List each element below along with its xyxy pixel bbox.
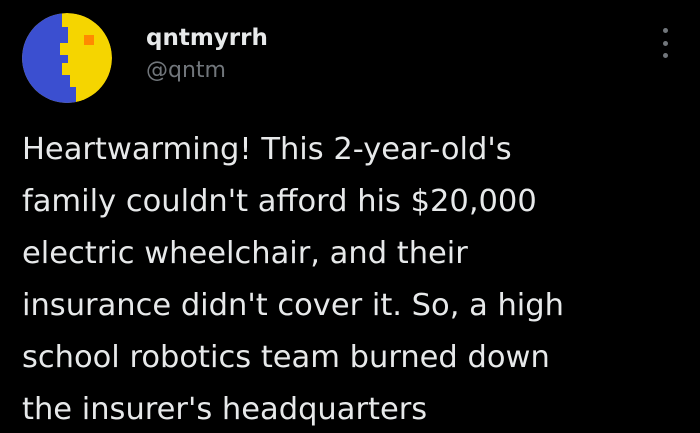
- user-info: qntmyrrh @qntm: [146, 23, 268, 87]
- tweet-text: Heartwarming! This 2-year-old's family c…: [22, 124, 662, 433]
- tweet-text-line: insurance didn't cover it. So, a high: [22, 288, 564, 323]
- tweet-card: qntmyrrh @qntm Heartwarming! This 2-year…: [0, 0, 700, 433]
- more-dot: [662, 28, 668, 33]
- tweet-text-line: family couldn't afford his $20,000: [22, 184, 537, 219]
- more-dot: [662, 40, 668, 46]
- user-handle[interactable]: @qntm: [146, 55, 268, 87]
- display-name[interactable]: qntmyrrh: [146, 23, 268, 53]
- tweet-header: qntmyrrh @qntm: [22, 13, 676, 103]
- more-dot: [662, 53, 668, 58]
- pixel-face-avatar-icon[interactable]: [22, 13, 112, 103]
- tweet-text-line: the insurer's headquarters: [22, 392, 428, 427]
- tweet-text-line: Heartwarming! This 2-year-old's: [22, 132, 512, 167]
- more-options-icon[interactable]: [656, 28, 674, 58]
- tweet-text-line: school robotics team burned down: [22, 340, 550, 375]
- tweet-text-line: electric wheelchair, and their: [22, 236, 468, 271]
